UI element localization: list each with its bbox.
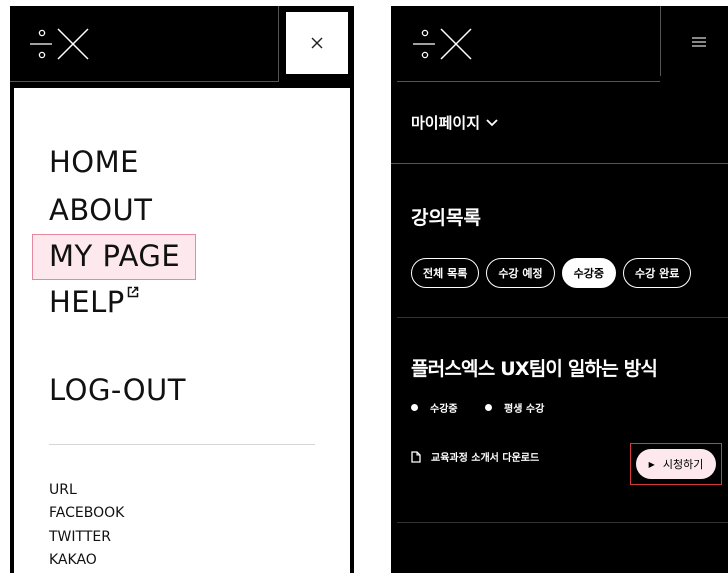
social-link-url[interactable]: URL xyxy=(49,481,77,499)
social-link-facebook[interactable]: FACEBOOK xyxy=(49,504,124,522)
status-badge: 평생 수강 xyxy=(485,400,544,415)
course-title[interactable]: 플러스엑스 UX팀이 일하는 방식 xyxy=(411,354,658,381)
nav-home[interactable]: HOME xyxy=(49,144,139,180)
filter-in-progress[interactable]: 수강중 xyxy=(561,258,616,288)
social-link-twitter[interactable]: TWITTER xyxy=(49,528,111,546)
nav-my-page[interactable]: MY PAGE xyxy=(49,238,180,274)
status-label: 평생 수강 xyxy=(504,404,545,415)
close-menu-button[interactable] xyxy=(286,12,348,74)
download-brochure-link[interactable]: 교육과정 소개서 다운로드 xyxy=(411,449,539,464)
header-vertical-divider xyxy=(660,6,661,76)
mypage-dropdown-label: 마이페이지 xyxy=(411,114,481,132)
filter-tabs: 전체 목록 수강 예정 수강중 수강 완료 xyxy=(411,258,692,288)
social-link-kakao[interactable]: KAKAO xyxy=(49,551,97,569)
plus-x-logo[interactable] xyxy=(28,26,90,62)
close-icon xyxy=(311,37,323,49)
mobile-menu-panel: HOME ABOUT MY PAGE HELP LOG-OUT URL FACE… xyxy=(10,6,354,573)
document-icon xyxy=(411,450,421,463)
menu-header xyxy=(10,6,354,82)
watch-button[interactable]: ▶ 시청하기 xyxy=(636,449,716,479)
chevron-down-icon xyxy=(486,118,498,126)
header-vertical-divider xyxy=(278,6,279,82)
section-title: 강의목록 xyxy=(411,207,481,229)
mypage-dropdown[interactable]: 마이페이지 xyxy=(411,112,498,133)
nav-menu: HOME ABOUT MY PAGE HELP LOG-OUT URL FACE… xyxy=(14,88,350,573)
download-label: 교육과정 소개서 다운로드 xyxy=(431,453,540,464)
header-divider xyxy=(397,81,660,82)
external-link-icon xyxy=(127,286,139,298)
nav-help[interactable]: HELP xyxy=(49,284,125,320)
nav-about[interactable]: ABOUT xyxy=(49,192,153,228)
header-divider xyxy=(10,81,278,82)
watch-label: 시청하기 xyxy=(662,458,704,471)
status-badge: 수강중 xyxy=(411,400,458,415)
play-icon: ▶ xyxy=(648,459,655,469)
section-divider xyxy=(391,163,728,164)
bullet-icon xyxy=(485,404,492,411)
menu-divider xyxy=(49,444,315,445)
filter-completed[interactable]: 수강 완료 xyxy=(623,258,692,288)
list-divider xyxy=(397,522,728,523)
bullet-icon xyxy=(411,404,418,411)
my-page-screen: 마이페이지 강의목록 전체 목록 수강 예정 수강중 수강 완료 플러스엑스 U… xyxy=(391,6,728,573)
filter-all[interactable]: 전체 목록 xyxy=(411,258,480,288)
nav-logout[interactable]: LOG-OUT xyxy=(49,372,186,408)
list-divider xyxy=(397,317,728,318)
hamburger-icon[interactable] xyxy=(692,37,706,47)
filter-upcoming[interactable]: 수강 예정 xyxy=(486,258,555,288)
status-label: 수강중 xyxy=(430,404,458,415)
plus-x-logo[interactable] xyxy=(411,26,473,62)
